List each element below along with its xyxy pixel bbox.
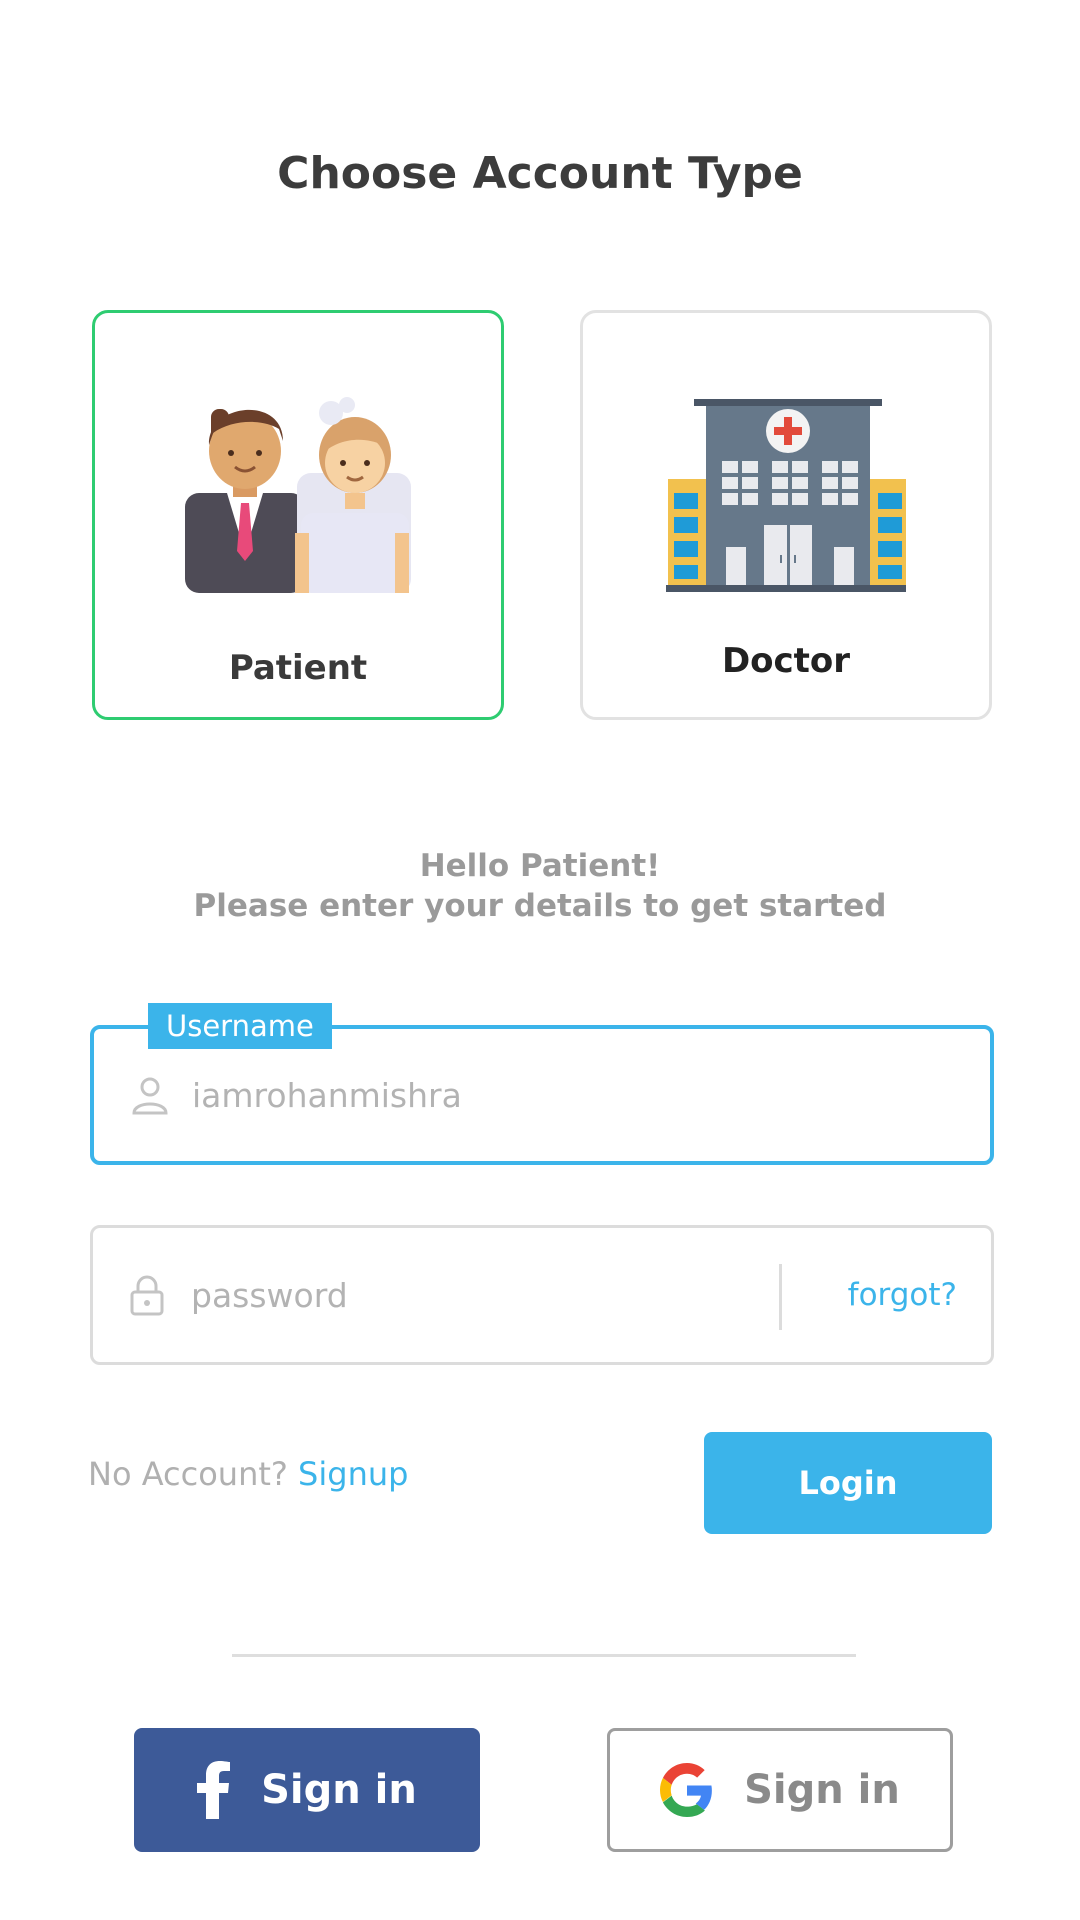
lock-icon: [130, 1275, 164, 1316]
google-signin-button[interactable]: Sign in: [607, 1728, 953, 1852]
field-divider: [779, 1264, 782, 1330]
greeting-title: Hello Patient!: [419, 848, 661, 884]
signup-link[interactable]: Signup: [298, 1455, 408, 1493]
forgot-password-link[interactable]: forgot?: [848, 1228, 957, 1362]
greeting-subtitle: Please enter your details to get started: [193, 888, 887, 924]
facebook-icon: [197, 1761, 231, 1819]
account-type-label: Patient: [228, 648, 368, 688]
account-type-doctor-card[interactable]: Doctor: [580, 310, 992, 720]
facebook-signin-label: Sign in: [261, 1767, 417, 1813]
password-input[interactable]: [191, 1228, 831, 1362]
account-type-label: Doctor: [721, 641, 851, 681]
couple-icon: [185, 397, 411, 593]
divider: [232, 1654, 856, 1657]
password-field[interactable]: forgot?: [90, 1225, 994, 1365]
google-signin-label: Sign in: [744, 1767, 900, 1813]
hospital-icon: [666, 399, 906, 592]
login-button[interactable]: Login: [704, 1432, 992, 1534]
user-icon: [132, 1077, 168, 1115]
no-account-text: No Account?: [88, 1455, 288, 1493]
facebook-signin-button[interactable]: Sign in: [134, 1728, 480, 1852]
signup-prompt: No Account? Signup: [88, 1455, 408, 1493]
google-icon: [660, 1763, 712, 1817]
username-label: Username: [148, 1003, 332, 1049]
page-title: Choose Account Type: [277, 148, 803, 199]
account-type-patient-card[interactable]: Patient: [92, 310, 504, 720]
